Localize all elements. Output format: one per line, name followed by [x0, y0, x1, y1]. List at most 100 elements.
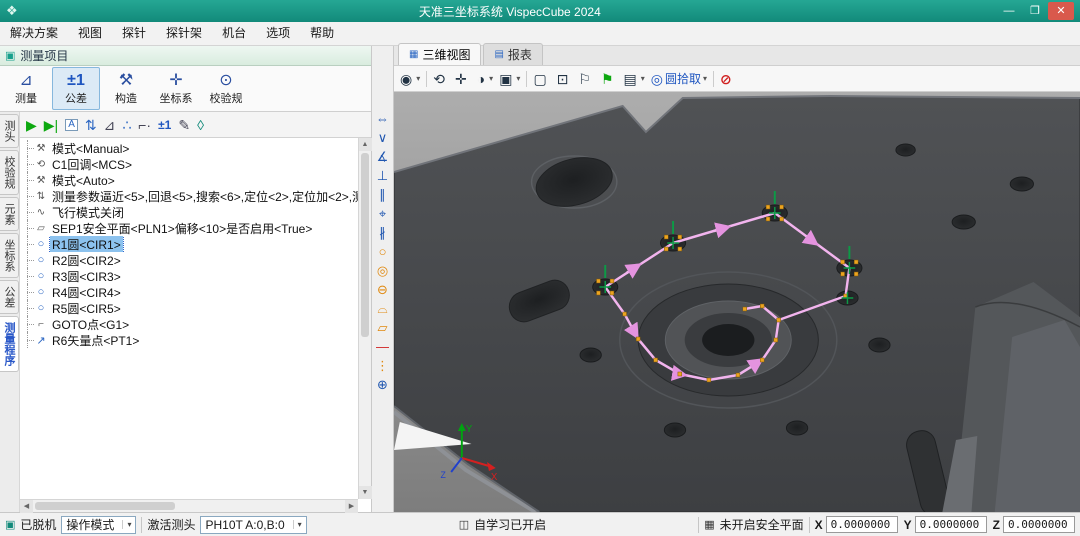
- orbit[interactable]: ⟲: [433, 72, 449, 86]
- menu-item[interactable]: 视图: [68, 22, 112, 45]
- tree-item[interactable]: ○ R4圆<CIR4>: [22, 284, 371, 300]
- vertical-scrollbar[interactable]: ▲ ▼: [358, 138, 371, 499]
- ribbon-button-label: 测量: [15, 90, 37, 106]
- profile[interactable]: ⌓: [377, 302, 387, 315]
- parallelism[interactable]: ∥: [379, 188, 386, 201]
- side-tab[interactable]: 公差: [0, 280, 19, 314]
- viewport-tool-button[interactable]: [426, 71, 427, 87]
- concentricity[interactable]: ◎: [377, 264, 388, 277]
- zoom-window[interactable]: ▢: [533, 72, 550, 86]
- tree-item-icon: ⚒: [34, 143, 48, 154]
- probe-stop[interactable]: ⊘: [720, 72, 736, 86]
- menu-item[interactable]: 探针: [112, 22, 156, 45]
- tree-item[interactable]: ⇅ 测量参数逼近<5>,回退<5>,搜索<6>,定位<2>,定位加<2>,测量: [22, 188, 371, 204]
- gauge[interactable]: ⊙ 校验规: [202, 67, 250, 110]
- viewport-tool-button[interactable]: [713, 71, 714, 87]
- snapshot[interactable]: ▤ ▾: [624, 72, 645, 86]
- sort[interactable]: ⇅: [85, 118, 97, 132]
- tree-item[interactable]: ▱ SEP1安全平面<PLN1>偏移<10>是否启用<True>: [22, 220, 371, 236]
- tag[interactable]: ⚐: [578, 72, 595, 86]
- 3d-viewport[interactable]: Y X Z: [394, 92, 1080, 512]
- menu-item[interactable]: 帮助: [300, 22, 344, 45]
- tree-item[interactable]: ⌐ GOTO点<G1>: [22, 316, 371, 332]
- run-selected[interactable]: ▶|: [44, 118, 58, 132]
- distance[interactable]: ⇔: [376, 112, 389, 125]
- 3d-scene[interactable]: Y X Z: [394, 92, 1080, 512]
- scroll-right-icon[interactable]: ▶: [345, 500, 358, 513]
- angle-min[interactable]: ∨: [378, 131, 388, 144]
- symmetry[interactable]: ⊕: [377, 378, 388, 391]
- tree-item[interactable]: ⟲ C1回调<MCS>: [22, 156, 371, 172]
- coaxiality[interactable]: ⊖: [377, 283, 388, 296]
- measure[interactable]: ⊿: [104, 118, 116, 132]
- view-tab[interactable]: ▤ 报表: [483, 43, 542, 65]
- tree-item[interactable]: ↗ R6矢量点<PT1>: [22, 332, 371, 348]
- runout[interactable]: ⋮: [376, 359, 389, 372]
- vscroll-thumb[interactable]: [361, 153, 369, 337]
- inclination[interactable]: ∦: [379, 226, 386, 239]
- close-button[interactable]: ✕: [1048, 2, 1074, 20]
- hscroll-thumb[interactable]: [35, 502, 175, 510]
- side-tab[interactable]: 坐标系: [0, 233, 19, 278]
- tree-item-label: 模式<Auto>: [50, 172, 117, 188]
- menu-item[interactable]: 选项: [256, 22, 300, 45]
- horizontal-scrollbar[interactable]: ◀ ▶: [20, 499, 358, 512]
- tree-item[interactable]: ⚒ 模式<Auto>: [22, 172, 371, 188]
- tree-item-label: 模式<Manual>: [50, 140, 131, 156]
- pan[interactable]: ✛: [455, 72, 471, 86]
- tree-item[interactable]: ○ R5圆<CIR5>: [22, 300, 371, 316]
- view-options[interactable]: ◉ ▾: [400, 72, 420, 86]
- operation-mode-select[interactable]: 操作模式 ▾: [61, 516, 136, 534]
- view-tab-label: 三维视图: [422, 46, 470, 63]
- side-tab[interactable]: 校验规: [0, 150, 19, 195]
- ribbon-button-label: 校验规: [210, 90, 243, 106]
- render-mode[interactable]: ◑ ▾: [477, 72, 493, 86]
- vscroll-track[interactable]: [359, 151, 371, 486]
- zoom-fit[interactable]: ⊡: [557, 72, 573, 86]
- side-tab[interactable]: 元素: [0, 197, 19, 231]
- side-tab[interactable]: 测头: [0, 114, 19, 148]
- tree-item-label: SEP1安全平面<PLN1>偏移<10>是否启用<True>: [50, 220, 314, 236]
- flag[interactable]: ⚑: [601, 72, 618, 86]
- tree-item[interactable]: ∿ 飞行模式关闭: [22, 204, 371, 220]
- tolerance[interactable]: ±1: [158, 119, 171, 131]
- view-tab[interactable]: ▦ 三维视图: [398, 43, 481, 65]
- view-cube[interactable]: ▣ ▾: [499, 72, 520, 86]
- straightness[interactable]: —: [376, 340, 389, 353]
- position[interactable]: ⌖: [379, 207, 386, 220]
- scroll-left-icon[interactable]: ◀: [20, 500, 33, 513]
- tree-item[interactable]: ○ R1圆<CIR1>: [22, 236, 371, 252]
- perpendicularity[interactable]: ⊥: [377, 169, 388, 182]
- flatness[interactable]: ▱: [378, 321, 388, 334]
- menu-item[interactable]: 探针架: [156, 22, 212, 45]
- hscroll-track[interactable]: [33, 500, 345, 512]
- coordinate-system[interactable]: ✛ 坐标系: [152, 67, 200, 110]
- roundness[interactable]: ○: [379, 245, 387, 258]
- tree-item[interactable]: ○ R2圆<CIR2>: [22, 252, 371, 268]
- coordinate-cell: Y 0.0000000: [904, 516, 987, 533]
- points[interactable]: ∴: [122, 118, 131, 132]
- angle[interactable]: ∡: [377, 150, 389, 163]
- tree-item[interactable]: ⚒ 模式<Manual>: [22, 140, 371, 156]
- menu-item[interactable]: 机台: [212, 22, 256, 45]
- construct[interactable]: ⚒ 构造: [102, 67, 150, 110]
- path[interactable]: ⌐·: [138, 118, 151, 132]
- measure[interactable]: ⊿ 测量: [2, 67, 50, 110]
- side-tab[interactable]: 测量程序: [0, 316, 19, 372]
- tolerance[interactable]: ±1 公差: [52, 67, 100, 110]
- auto-text[interactable]: A: [65, 119, 78, 131]
- edit[interactable]: ✎: [178, 118, 190, 132]
- circle-pick[interactable]: ◎ 圆拾取 ▾: [651, 72, 707, 86]
- active-probe-select[interactable]: PH10T A:0,B:0 ▾: [200, 516, 306, 534]
- tree-guide: [22, 156, 34, 172]
- ribbon-button-icon: ⊿: [19, 72, 32, 89]
- tree-item[interactable]: ○ R3圆<CIR3>: [22, 268, 371, 284]
- run-program[interactable]: ▶: [26, 118, 37, 132]
- scroll-down-icon[interactable]: ▼: [359, 486, 372, 499]
- viewport-tool-button[interactable]: [526, 71, 527, 87]
- menu-item[interactable]: 解决方案: [0, 22, 68, 45]
- cad[interactable]: ◊: [197, 118, 204, 132]
- maximize-button[interactable]: ❐: [1022, 2, 1048, 20]
- minimize-button[interactable]: —: [996, 2, 1022, 20]
- scroll-up-icon[interactable]: ▲: [359, 138, 372, 151]
